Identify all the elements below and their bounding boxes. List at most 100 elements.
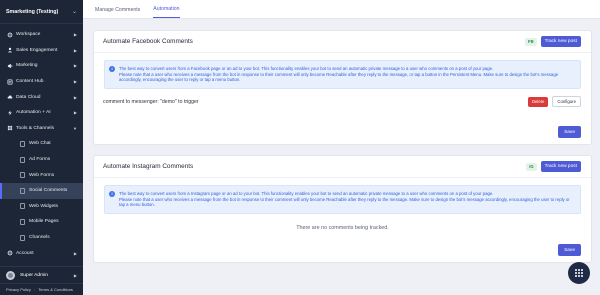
sidebar-item-content-hub[interactable]: Content Hub ▶ (0, 74, 83, 90)
users-icon (6, 47, 13, 54)
info-icon: i (109, 66, 115, 72)
sidebar-subitem-channels[interactable]: Channels (0, 230, 83, 246)
info-text-line-2: Please note that a user who receives a m… (119, 71, 559, 83)
chevron-right-icon: ▶ (73, 272, 77, 278)
info-icon: i (109, 191, 115, 197)
info-alert: i The best way to convert users from a I… (104, 185, 581, 214)
card-header-actions: IG Track new post (526, 161, 581, 172)
footer-separator: · (33, 287, 36, 292)
sidebar-item-workspace[interactable]: Workspace ▶ (0, 27, 83, 43)
card-header: Automate Facebook Comments FB Track new … (94, 31, 591, 53)
page-icon (20, 156, 25, 163)
sidebar-item-label: Content Hub (16, 79, 44, 85)
workspace-switcher[interactable]: Smarketing (Testing) ⌄ (0, 0, 83, 24)
card-footer: Save (558, 120, 581, 138)
tools-icon (6, 125, 13, 132)
sidebar-subitem-ad-forms[interactable]: Ad Forms (0, 152, 83, 168)
sidebar-subitem-web-chat[interactable]: Web Chat (0, 136, 83, 152)
configure-button[interactable]: Configure (552, 96, 581, 108)
card-footer: Save (558, 238, 581, 256)
sidebar-item-marketing[interactable]: Marketing ▶ (0, 58, 83, 74)
gear-icon (6, 250, 13, 257)
gear-icon (6, 31, 13, 38)
info-alert: i The best way to convert users from a F… (104, 60, 581, 89)
chevron-right-icon: ▶ (73, 250, 77, 256)
info-text-line-2: Please note that a user who receives a m… (119, 196, 570, 208)
sidebar-subitem-web-widgets[interactable]: Web Widgets (0, 199, 83, 215)
sidebar-subitem-web-forms[interactable]: Web Forms (0, 167, 83, 183)
page-icon (20, 172, 25, 179)
card-title: Automate Facebook Comments (103, 38, 193, 45)
instagram-automation-card: Automate Instagram Comments IG Track new… (93, 155, 592, 263)
sidebar-subitem-social-comments[interactable]: Social Comments (0, 182, 83, 199)
rule-actions: Delete Configure (527, 96, 581, 108)
sidebar-subitem-label: Mobile Pages (29, 219, 59, 225)
sidebar-subitem-label: Channels (29, 235, 50, 241)
sidebar-item-label: Marketing (16, 63, 38, 69)
save-button[interactable]: Save (558, 126, 581, 138)
card-header-actions: FB Track new post (525, 36, 581, 47)
rule-text: comment to messenger: "demo" to trigger (103, 98, 199, 105)
tab-manage-comments[interactable]: Manage Comments (95, 7, 140, 18)
card-title: Automate Instagram Comments (103, 163, 194, 170)
user-name: Super Admin (20, 272, 49, 278)
sidebar: Smarketing (Testing) ⌄ Workspace ▶ Sales… (0, 0, 83, 295)
sidebar-item-sales-engagement[interactable]: Sales Engagement ▶ (0, 43, 83, 59)
sidebar-item-label: Data Cloud (16, 94, 41, 100)
tracked-rule-row: comment to messenger: "demo" to trigger … (103, 94, 581, 110)
sidebar-item-tools-channels[interactable]: Tools & Channels ▼ (0, 121, 83, 137)
track-new-post-button[interactable]: Track new post (540, 161, 581, 172)
automation-icon (6, 109, 13, 116)
chevron-right-icon: ▶ (73, 63, 77, 69)
chevron-right-icon: ▶ (73, 47, 77, 53)
avatar (6, 270, 15, 280)
page-icon (20, 203, 25, 210)
page-icon (20, 218, 25, 225)
sidebar-subitem-mobile-pages[interactable]: Mobile Pages (0, 214, 83, 230)
sidebar-item-label: Tools & Channels (16, 125, 55, 131)
sidebar-footer: Privacy Policy · Terms & Conditions (0, 283, 83, 295)
chevron-right-icon: ▶ (73, 110, 77, 116)
user-menu[interactable]: Super Admin ▶ (0, 266, 83, 283)
workspace-title: Smarketing (Testing) (6, 8, 59, 15)
app-grid-button[interactable] (568, 262, 590, 284)
tab-bar: Manage Comments Automation (83, 0, 600, 19)
sidebar-item-automation-ai[interactable]: Automation + AI ▶ (0, 105, 83, 121)
chevron-down-icon: ⌄ (71, 9, 77, 15)
sidebar-subitem-label: Ad Forms (29, 157, 51, 163)
sidebar-subitem-label: Social Comments (29, 188, 68, 194)
facebook-badge: FB (525, 37, 537, 46)
sidebar-subitem-label: Web Widgets (29, 203, 58, 209)
sidebar-item-label: Account (16, 250, 34, 256)
page-icon (20, 140, 25, 147)
megaphone-icon (6, 62, 13, 69)
tab-automation[interactable]: Automation (153, 6, 180, 18)
privacy-policy-link[interactable]: Privacy Policy (6, 287, 31, 292)
sidebar-item-label: Workspace (16, 32, 41, 38)
sidebar-item-label: Automation + AI (16, 110, 51, 116)
terms-link[interactable]: Terms & Conditions (38, 287, 73, 292)
sidebar-subitem-label: Web Forms (29, 172, 55, 178)
track-new-post-button[interactable]: Track new post (540, 36, 581, 47)
chevron-right-icon: ▶ (73, 79, 77, 85)
card-header: Automate Instagram Comments IG Track new… (94, 156, 591, 178)
empty-state-text: There are no comments being tracked. (296, 224, 389, 231)
chevron-right-icon: ▶ (73, 94, 77, 100)
content-icon (6, 78, 13, 85)
sidebar-nav: Workspace ▶ Sales Engagement ▶ Marketing… (0, 24, 83, 261)
sidebar-subitem-label: Web Chat (29, 141, 51, 147)
save-button[interactable]: Save (558, 244, 581, 256)
delete-button[interactable]: Delete (527, 96, 549, 107)
sidebar-item-data-cloud[interactable]: Data Cloud ▶ (0, 89, 83, 105)
grid-icon (575, 269, 583, 277)
sidebar-item-label: Sales Engagement (16, 47, 58, 53)
sidebar-item-account[interactable]: Account ▶ (0, 245, 83, 261)
facebook-automation-card: Automate Facebook Comments FB Track new … (93, 30, 592, 145)
page-icon (20, 234, 25, 241)
cloud-icon (6, 94, 13, 101)
chevron-down-icon: ▼ (73, 125, 77, 131)
chevron-right-icon: ▶ (73, 32, 77, 38)
sidebar-bottom: Super Admin ▶ Privacy Policy · Terms & C… (0, 266, 83, 295)
instagram-badge: IG (526, 162, 537, 171)
page-icon (20, 187, 25, 194)
